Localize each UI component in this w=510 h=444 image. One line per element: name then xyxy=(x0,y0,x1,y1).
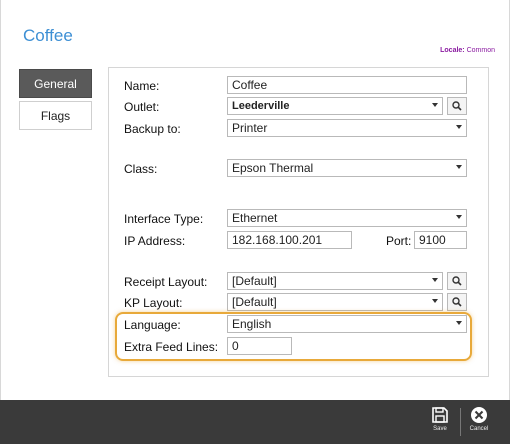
language-value: English xyxy=(232,317,272,331)
backup-to-value: Printer xyxy=(232,121,268,135)
class-label: Class: xyxy=(124,162,158,176)
chevron-down-icon xyxy=(456,165,462,169)
cancel-icon xyxy=(471,407,487,423)
chevron-down-icon xyxy=(432,278,438,282)
chevron-down-icon xyxy=(432,299,438,303)
printer-settings-page: Coffee Locale: Common General Flags Name… xyxy=(0,0,510,400)
receipt-layout-select[interactable]: [Default] xyxy=(227,272,443,290)
locale-value: Common xyxy=(466,47,495,54)
language-label: Language: xyxy=(124,318,181,332)
outlet-search-button[interactable] xyxy=(447,97,467,115)
chevron-down-icon xyxy=(456,321,462,325)
chevron-down-icon xyxy=(456,125,462,129)
ip-address-label: IP Address: xyxy=(124,234,186,248)
save-label: Save xyxy=(433,426,447,432)
kp-layout-search-button[interactable] xyxy=(447,293,467,311)
outlet-select[interactable]: Leederville xyxy=(227,97,443,115)
kp-layout-select[interactable]: [Default] xyxy=(227,293,443,311)
search-icon xyxy=(452,101,462,111)
search-icon xyxy=(452,276,462,286)
name-field[interactable]: Coffee xyxy=(227,76,467,94)
chevron-down-icon xyxy=(456,215,462,219)
class-select[interactable]: Epson Thermal xyxy=(227,159,467,177)
backup-to-select[interactable]: Printer xyxy=(227,119,467,137)
kp-layout-label: KP Layout: xyxy=(124,296,183,310)
tab-general[interactable]: General xyxy=(19,69,92,98)
search-icon xyxy=(452,297,462,307)
language-select[interactable]: English xyxy=(227,315,467,333)
cancel-button[interactable]: Cancel xyxy=(463,406,495,440)
kp-layout-value: [Default] xyxy=(232,295,277,309)
port-field[interactable]: 9100 xyxy=(414,231,467,249)
interface-type-value: Ethernet xyxy=(232,211,278,225)
name-label: Name: xyxy=(124,79,160,93)
interface-type-label: Interface Type: xyxy=(124,212,204,226)
save-icon xyxy=(432,407,448,423)
page-title: Coffee xyxy=(23,26,73,45)
interface-type-select[interactable]: Ethernet xyxy=(227,209,467,227)
chevron-down-icon xyxy=(432,103,438,107)
footer-divider xyxy=(460,408,461,436)
outlet-label: Outlet: xyxy=(124,100,160,114)
cancel-label: Cancel xyxy=(469,426,489,432)
outlet-value: Leederville xyxy=(232,100,290,112)
locale-indicator: Locale: Common xyxy=(440,47,495,54)
ip-address-field[interactable]: 182.168.100.201 xyxy=(227,231,352,249)
receipt-layout-value: [Default] xyxy=(232,274,277,288)
extra-feed-lines-field[interactable]: 0 xyxy=(227,337,292,355)
tab-flags[interactable]: Flags xyxy=(19,101,92,130)
footer-toolbar: Save Cancel xyxy=(0,400,510,444)
receipt-layout-label: Receipt Layout: xyxy=(124,275,208,289)
extra-feed-lines-label: Extra Feed Lines: xyxy=(124,340,219,354)
class-value: Epson Thermal xyxy=(232,161,314,175)
save-button[interactable]: Save xyxy=(424,406,456,440)
port-label: Port: xyxy=(386,234,412,248)
locale-label: Locale: xyxy=(440,47,465,54)
backup-to-label: Backup to: xyxy=(124,122,181,136)
receipt-layout-search-button[interactable] xyxy=(447,272,467,290)
